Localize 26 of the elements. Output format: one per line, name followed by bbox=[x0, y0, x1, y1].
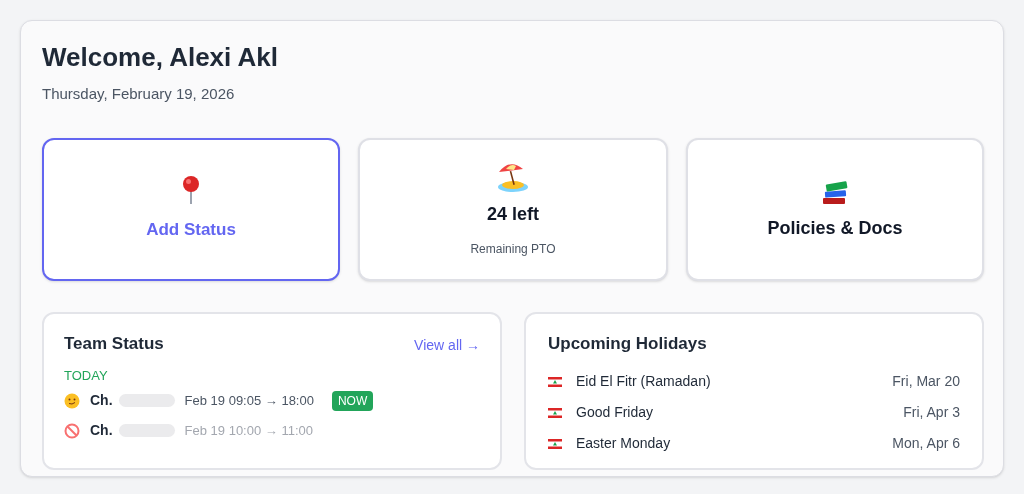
pushpin-icon bbox=[180, 175, 202, 206]
holiday-date: Mon, Apr 6 bbox=[892, 434, 960, 453]
holiday-name: Eid El Fitr (Ramadan) bbox=[576, 372, 711, 391]
status-time: Feb 19 09:05 → 18:00 bbox=[184, 391, 314, 410]
status-time: Feb 19 10:00 → 11:00 bbox=[184, 421, 313, 440]
flag-icon bbox=[548, 376, 562, 387]
holiday-date: Fri, Mar 20 bbox=[892, 372, 960, 391]
now-badge: NOW bbox=[331, 390, 374, 411]
holiday-name: Good Friday bbox=[576, 403, 654, 422]
member-name: Ch. bbox=[90, 421, 113, 440]
prohibited-icon bbox=[64, 422, 80, 439]
card-title: Team Status bbox=[64, 332, 164, 355]
holiday-name: Easter Monday bbox=[576, 434, 671, 453]
holiday-date: Fri, Apr 3 bbox=[903, 403, 960, 422]
card-title: Upcoming Holidays bbox=[548, 332, 708, 355]
member-name: Ch. bbox=[90, 391, 113, 410]
section-label: TODAY bbox=[64, 367, 109, 385]
flag-icon bbox=[548, 407, 562, 418]
view-all-link[interactable]: View all → bbox=[414, 334, 480, 356]
welcome-title: Welcome, Alexi Akl bbox=[42, 41, 280, 73]
flag-icon bbox=[548, 438, 562, 449]
add-status-card[interactable]: Add Status bbox=[42, 137, 340, 281]
smiley-icon bbox=[64, 392, 80, 409]
current-date: Thursday, February 19, 2026 bbox=[42, 84, 236, 104]
policies-card[interactable]: Policies & Docs bbox=[686, 137, 984, 281]
pto-card[interactable]: 24 left Remaining PTO bbox=[358, 137, 668, 281]
